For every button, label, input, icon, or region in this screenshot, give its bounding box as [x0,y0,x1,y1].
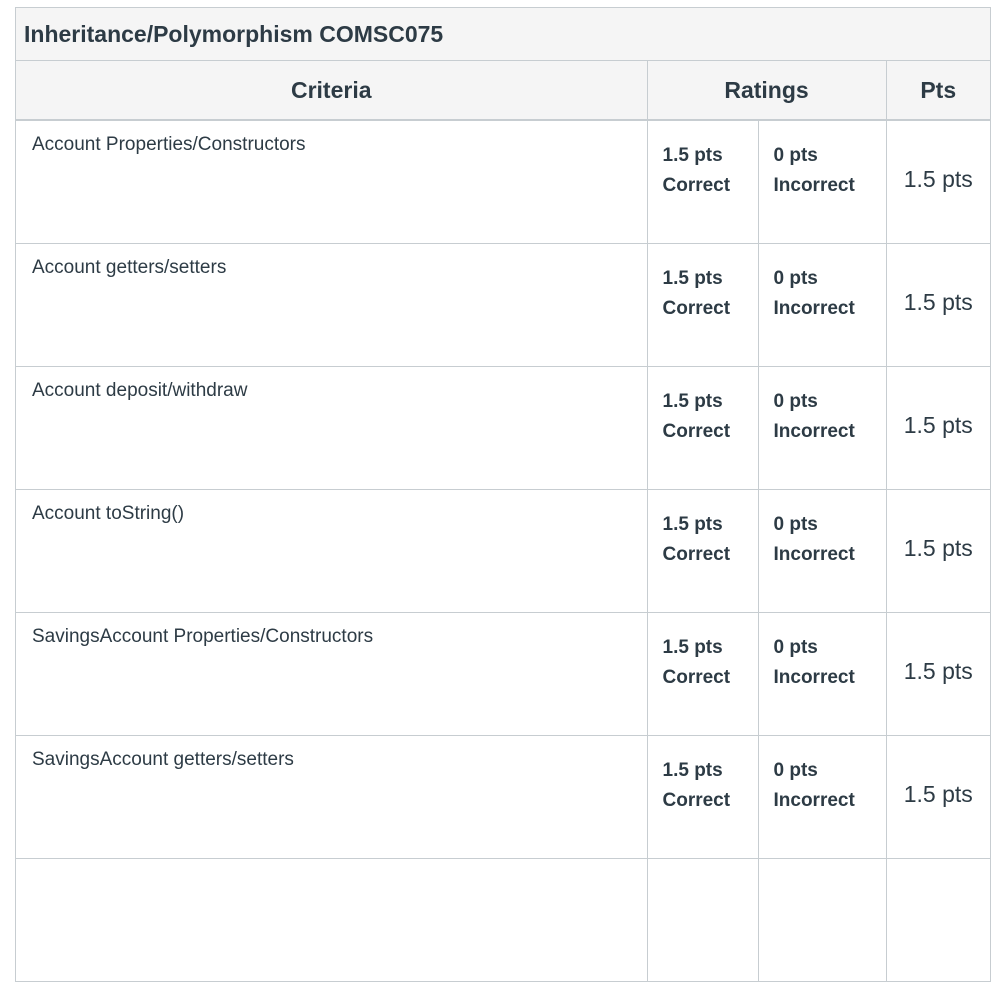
criterion-pts-value: 1.5 pts [903,535,973,561]
rating-cell-correct: 1.5 pts Correct [646,120,758,244]
criterion-cell: Account deposit/withdraw [16,366,647,490]
rating-points: 1.5 pts [662,513,723,535]
criterion-pts: 1.5 pts [885,735,990,859]
rating-label: Correct [662,666,731,688]
rating-cell-correct: 1.5 pts Correct [646,489,758,613]
criterion-cell: SavingsAccount getters/setters [16,735,647,859]
criterion-description: SavingsAccount Properties/Constructors [32,625,374,647]
rating-points: 1.5 pts [662,759,723,781]
rating-points: 1.5 pts [662,390,723,412]
criterion-pts: 1.5 pts [885,243,990,367]
rating-label: Incorrect [773,420,855,442]
criterion-pts-value: 1.5 pts [903,658,973,684]
rating-cell-correct: 1.5 pts Correct [646,243,758,367]
rating-label: Incorrect [773,175,855,196]
criterion-row: Account deposit/withdraw 1.5 pts Correct … [16,366,990,490]
criterion-pts: 1.5 pts [885,366,990,490]
rating-points: 0 pts [773,145,818,166]
ratings-header: Ratings [646,61,886,121]
rubric: Inheritance/Polymorphism COMSC075 Criter… [15,7,991,982]
rating-points: 0 pts [773,513,818,535]
rating-cell-correct: 1.5 pts Correct [646,612,758,736]
criterion-description: SavingsAccount getters/setters [32,748,294,770]
rating-cell-correct: 1.5 pts Correct [646,735,758,859]
rating-cell-incorrect: 0 pts Incorrect [757,120,886,244]
rating-cell-incorrect: 0 pts Incorrect [757,366,886,490]
rating-cell-correct [646,858,758,982]
rating-label: Correct [662,297,731,319]
criterion-row-partial [16,858,990,982]
rating-label: Incorrect [773,297,855,319]
rubric-table: Criteria Ratings Pts Account Properties/… [16,61,990,982]
criterion-description: Account deposit/withdraw [32,379,248,401]
criterion-cell: SavingsAccount Properties/Constructors [16,612,647,736]
rating-cell-incorrect: 0 pts Incorrect [757,489,886,613]
criterion-pts: 1.5 pts [885,489,990,613]
criterion-pts: 1.5 pts [885,120,990,244]
rating-cell-incorrect [757,858,886,982]
criterion-pts: 1.5 pts [885,612,990,736]
rubric-header-row: Criteria Ratings Pts [16,61,990,121]
criterion-row: Account getters/setters 1.5 pts Correct 0… [16,243,990,367]
rating-points: 0 pts [773,267,818,289]
rating-label: Incorrect [773,666,855,688]
rubric-title: Inheritance/Polymorphism COMSC075 [16,8,990,61]
pts-header: Pts [885,61,990,121]
criterion-pts-value: 1.5 pts [903,781,973,807]
criterion-description: Account Properties/Constructors [32,134,306,155]
rating-cell-incorrect: 0 pts Incorrect [757,243,886,367]
criterion-row: Account toString() 1.5 pts Correct 0 pts I… [16,489,990,613]
criterion-cell: Account Properties/Constructors [16,120,647,244]
criterion-pts [885,858,990,982]
rating-label: Correct [662,789,731,811]
criterion-description: Account getters/setters [32,256,227,278]
criterion-cell: Account getters/setters [16,243,647,367]
criterion-row: SavingsAccount getters/setters 1.5 pts Co… [16,735,990,859]
criteria-header: Criteria [16,61,647,121]
rating-cell-incorrect: 0 pts Incorrect [757,735,886,859]
criterion-row: SavingsAccount Properties/Constructors 1… [16,612,990,736]
rating-label: Correct [662,175,731,196]
criterion-pts-value: 1.5 pts [903,289,973,315]
rating-cell-correct: 1.5 pts Correct [646,366,758,490]
rating-label: Correct [662,420,731,442]
criterion-description: Account toString() [32,502,185,524]
rating-points: 0 pts [773,390,818,412]
criterion-pts-value: 1.5 pts [903,412,973,438]
rating-points: 1.5 pts [662,145,723,166]
rating-points: 1.5 pts [662,636,723,658]
criterion-cell [16,858,647,982]
criterion-pts-value: 1.5 pts [903,166,973,193]
rating-label: Incorrect [773,789,855,811]
criterion-cell: Account toString() [16,489,647,613]
rating-label: Correct [662,543,731,565]
rating-points: 0 pts [773,759,818,781]
rating-points: 0 pts [773,636,818,658]
criterion-row: Account Properties/Constructors 1.5 pts C… [16,120,990,244]
rating-label: Incorrect [773,543,855,565]
rating-cell-incorrect: 0 pts Incorrect [757,612,886,736]
rating-points: 1.5 pts [662,267,723,289]
